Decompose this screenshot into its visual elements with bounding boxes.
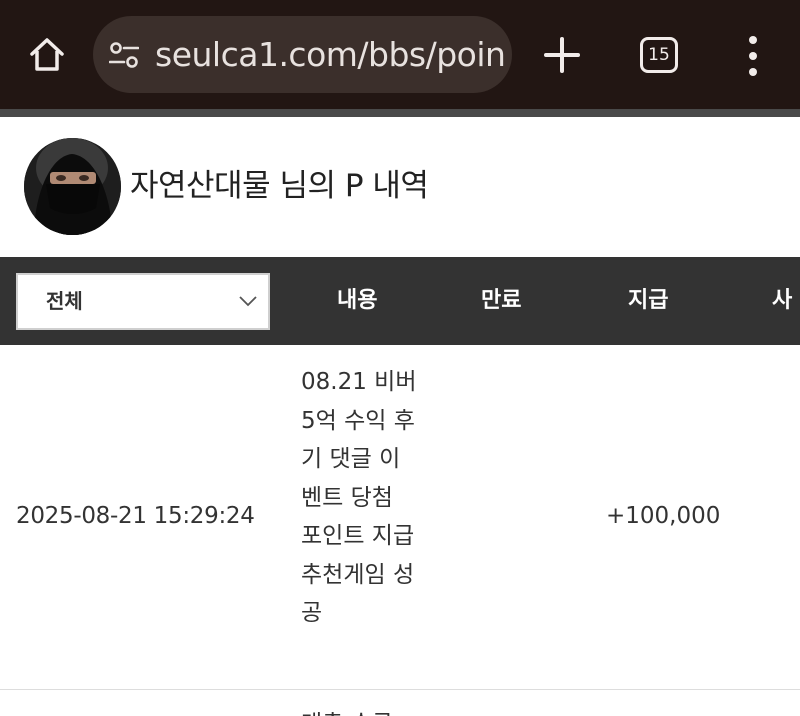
- browser-toolbar: seulca1.com/bbs/poin 15: [0, 0, 800, 109]
- new-tab-button[interactable]: [540, 33, 584, 77]
- tab-count: 15: [648, 45, 670, 65]
- address-bar[interactable]: seulca1.com/bbs/poin: [93, 16, 512, 93]
- table-row: 2025-08-21 15:29:24 08.21 비버 5억 수익 후기 댓글…: [0, 345, 800, 690]
- column-header-expire: 만료: [481, 288, 522, 313]
- row-content: 대출 수급: [301, 705, 419, 716]
- url-text[interactable]: seulca1.com/bbs/poin: [155, 16, 506, 93]
- filter-select[interactable]: 전체: [16, 273, 270, 330]
- row-paid-amount: +100,000: [606, 503, 721, 529]
- tab-switcher-button[interactable]: 15: [640, 37, 678, 73]
- table-header: 전체 내용 만료 지급 사: [0, 257, 800, 345]
- toolbar-divider: [0, 109, 800, 117]
- column-header-used: 사: [772, 288, 793, 313]
- more-vert-icon[interactable]: [740, 36, 766, 76]
- page-title: 자연산대물 님의 P 내역: [130, 168, 429, 204]
- chevron-down-icon: [239, 296, 257, 307]
- filter-select-value: 전체: [46, 289, 83, 313]
- column-header-content: 내용: [337, 288, 378, 313]
- table-row: 대출 수급: [0, 691, 800, 716]
- row-content: 08.21 비버 5억 수익 후기 댓글 이벤트 당첨 포인트 지급 추천게임 …: [301, 369, 417, 626]
- profile-header: 자연산대물 님의 P 내역: [0, 117, 800, 257]
- row-date: 2025-08-21 15:29:24: [16, 503, 255, 529]
- home-icon: [30, 38, 64, 71]
- site-settings-icon[interactable]: [109, 42, 139, 68]
- avatar: [24, 138, 121, 235]
- home-button[interactable]: [24, 32, 70, 78]
- column-header-paid: 지급: [628, 288, 669, 313]
